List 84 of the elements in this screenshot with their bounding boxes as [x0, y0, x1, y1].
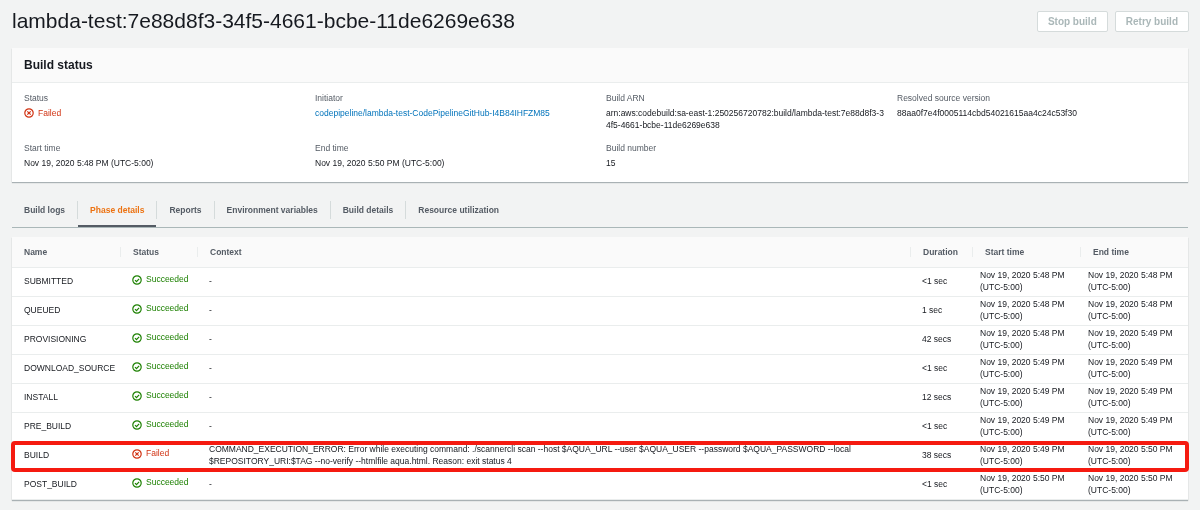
table-cell-text: Nov 19, 2020 5:50 PM (UTC-5:00) — [979, 471, 1066, 497]
field-value: Nov 19, 2020 5:48 PM (UTC-5:00) — [24, 157, 155, 170]
status-text: Failed — [38, 108, 62, 118]
field-label: Build number — [606, 142, 658, 153]
status-text: Succeeded — [146, 477, 189, 490]
table-cell-text: Nov 19, 2020 5:49 PM (UTC-5:00) — [1087, 384, 1174, 410]
column-header: Context — [197, 246, 910, 257]
table-cell-text: Nov 19, 2020 5:48 PM (UTC-5:00) — [1087, 297, 1174, 323]
table-cell-text: <1 sec — [921, 419, 949, 433]
table-cell-text: 1 sec — [921, 303, 944, 317]
table-cell-text: Nov 19, 2020 5:50 PM (UTC-5:00) — [1087, 471, 1174, 497]
status-text: Succeeded — [146, 390, 189, 403]
table-cell-text: DOWNLOAD_SOURCE — [23, 361, 117, 375]
table-cell-text: PRE_BUILD — [23, 419, 73, 433]
table-cell-text: Nov 19, 2020 5:48 PM (UTC-5:00) — [979, 297, 1066, 323]
table-cell-text: Nov 19, 2020 5:49 PM (UTC-5:00) — [979, 413, 1066, 439]
initiator-link[interactable]: codepipeline/lambda-test-CodePipelineGitHub-I4B84IHFZM85 — [315, 108, 550, 118]
table-cell-text: 42 secs — [921, 332, 953, 346]
field-label: Initiator — [315, 93, 344, 103]
table-cell-text: Nov 19, 2020 5:49 PM (UTC-5:00) — [979, 442, 1066, 468]
table-cell-text: Nov 19, 2020 5:48 PM (UTC-5:00) — [979, 268, 1066, 294]
field-value: 88aa0f7e4f0005114cbd54021615aa4c24c53f30 — [897, 108, 1078, 120]
table-cell-text: Nov 19, 2020 5:48 PM (UTC-5:00) — [979, 326, 1066, 352]
table-cell-text: 12 secs — [921, 390, 953, 404]
status-text: Failed — [146, 448, 170, 461]
status-text: Succeeded — [146, 419, 189, 432]
status-text: Succeeded — [146, 303, 189, 316]
table-cell-text: - — [208, 332, 213, 346]
success-icon — [132, 420, 142, 431]
page-title: lambda-test:7e88d8f3-34f5-4661-bcbe-11de6269e638 — [12, 9, 515, 33]
status-text: Succeeded — [146, 274, 189, 287]
table-cell-text: Nov 19, 2020 5:49 PM (UTC-5:00) — [979, 384, 1066, 410]
success-icon — [132, 304, 142, 315]
table-cell-text: 38 secs — [921, 448, 953, 462]
table-cell-text: - — [208, 477, 213, 491]
tab[interactable]: Build logs — [12, 193, 78, 227]
table-cell-text: - — [208, 274, 213, 288]
column-header: Status — [120, 246, 197, 257]
success-icon — [132, 333, 142, 344]
field-value: Nov 19, 2020 5:50 PM (UTC-5:00) — [315, 157, 446, 170]
column-header: Duration — [910, 246, 972, 257]
table-cell-text: Nov 19, 2020 5:49 PM (UTC-5:00) — [1087, 413, 1174, 439]
field-label: Status — [24, 93, 50, 103]
success-icon — [132, 478, 142, 489]
tab[interactable]: Resource utilization — [406, 193, 512, 227]
field-label: Resolved source version — [897, 93, 992, 103]
table-cell-text: - — [208, 303, 213, 317]
table-cell-text: Nov 19, 2020 5:49 PM (UTC-5:00) — [1087, 355, 1174, 381]
tab[interactable]: Environment variables — [214, 193, 330, 227]
success-icon — [132, 362, 142, 373]
field-value: 15 — [606, 157, 617, 170]
success-icon — [132, 275, 142, 286]
field-label: Start time — [24, 142, 62, 153]
success-icon — [132, 391, 142, 402]
column-header: End time — [1080, 246, 1188, 257]
table-cell-text: Nov 19, 2020 5:49 PM (UTC-5:00) — [1087, 326, 1174, 352]
field-label: Build ARN — [606, 93, 646, 103]
table-cell-text: INSTALL — [23, 390, 59, 404]
error-icon — [132, 449, 142, 460]
status-text: Succeeded — [146, 332, 189, 345]
table-cell-text: - — [208, 419, 213, 433]
table-cell-text: SUBMITTED — [23, 274, 75, 288]
column-header: Name — [23, 246, 49, 257]
table-cell-text: Nov 19, 2020 5:50 PM (UTC-5:00) — [1087, 442, 1174, 468]
field-label: End time — [315, 142, 350, 153]
table-cell-text: Nov 19, 2020 5:48 PM (UTC-5:00) — [1087, 268, 1174, 294]
table-cell-text: PROVISIONING — [23, 332, 88, 346]
status-text: Succeeded — [146, 361, 189, 374]
error-icon — [24, 108, 34, 118]
field-value: arn:aws:codebuild:sa-east-1:250256720782:build/lambda-test:7e88d8f3-34f5-4661-bcbe-11de6269e638 — [606, 108, 885, 132]
table-cell-text: Nov 19, 2020 5:49 PM (UTC-5:00) — [979, 355, 1066, 381]
table-cell-text: QUEUED — [23, 303, 62, 317]
table-cell-text: <1 sec — [921, 477, 949, 491]
tab[interactable]: Build details — [330, 193, 406, 227]
table-cell-text: <1 sec — [921, 361, 949, 375]
column-header: Start time — [972, 246, 1080, 257]
table-cell-text: COMMAND_EXECUTION_ERROR: Error while executing command: ./scannercli scan --host $AQUA_URL --user $AQUA_USER --password $AQUA_PASSWORD --local $REPOSITORY_URI:$TAG --no-verify --htmlfile aqua.html. Reason: exit status 4 — [208, 442, 852, 468]
table-cell-text: <1 sec — [921, 274, 949, 288]
table-cell-text: POST_BUILD — [23, 477, 78, 491]
table-cell-text: BUILD — [23, 448, 51, 462]
table-cell-text: - — [208, 361, 213, 375]
table-cell-text: - — [208, 390, 213, 404]
tab[interactable]: Reports — [157, 193, 214, 227]
card-heading: Build status — [12, 48, 1188, 83]
